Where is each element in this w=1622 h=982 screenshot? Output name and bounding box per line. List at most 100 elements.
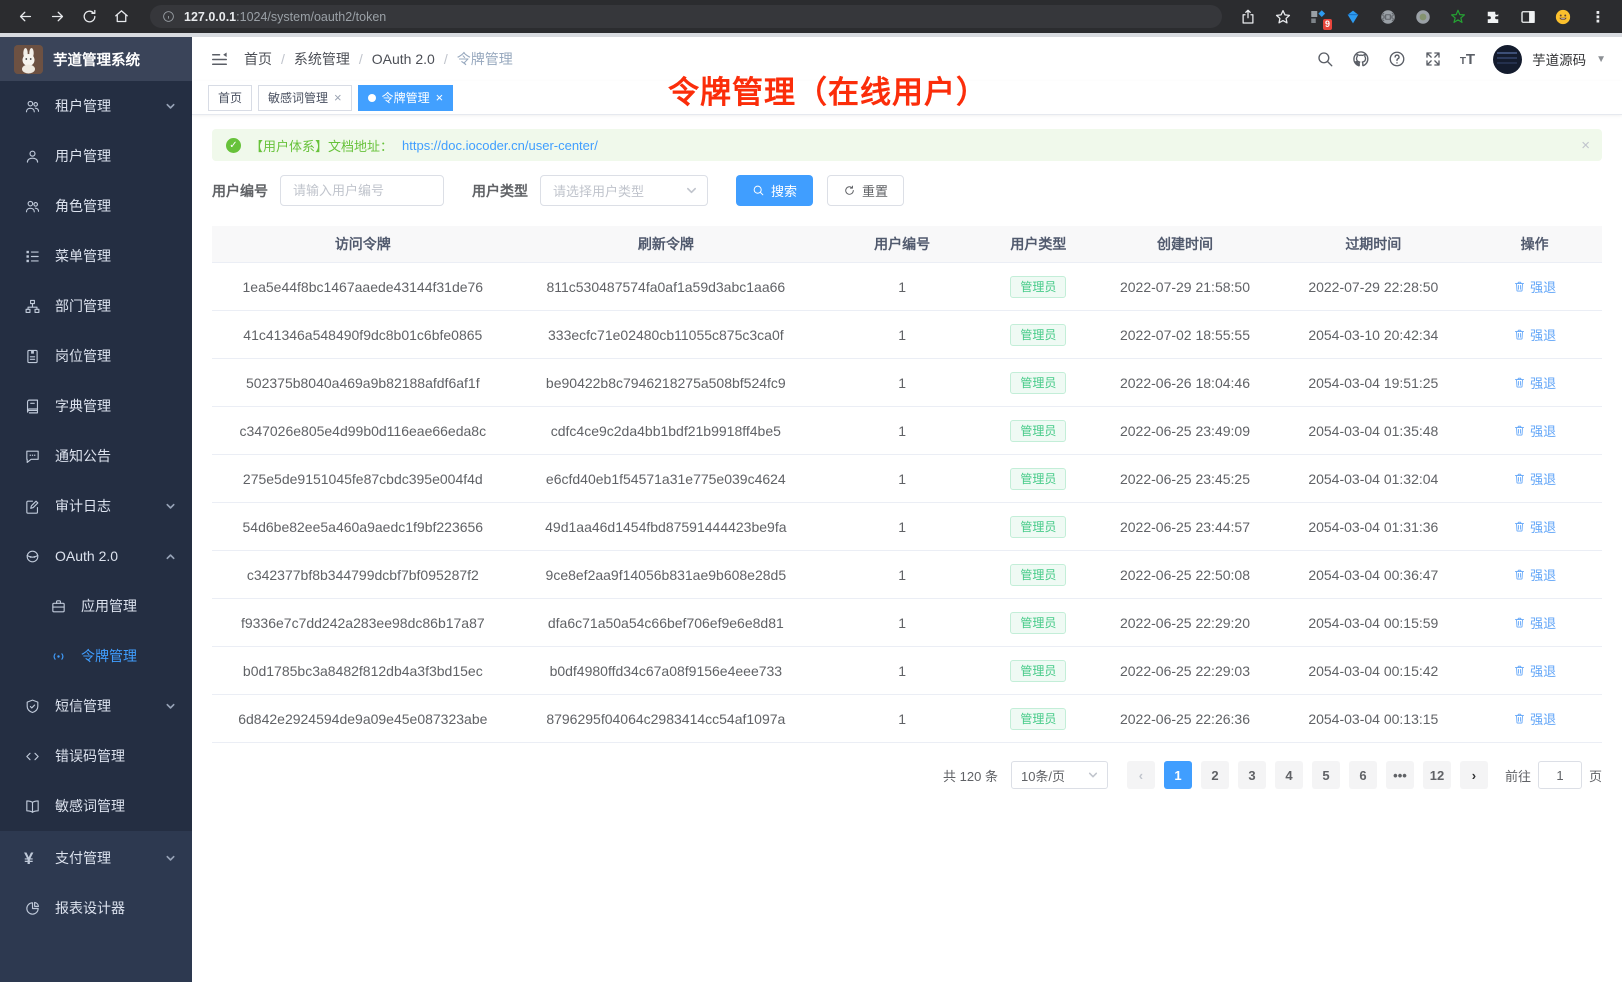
reset-button[interactable]: 重置 [827, 175, 904, 206]
page-button-6[interactable]: 6 [1349, 761, 1377, 789]
force-logout-button[interactable]: 强退 [1513, 613, 1556, 632]
user-avatar[interactable] [1493, 45, 1522, 74]
sidebar-item-oauth-token[interactable]: 令牌管理 [0, 631, 192, 681]
reload-icon[interactable] [76, 4, 102, 30]
breadcrumb-item[interactable]: OAuth 2.0 [372, 51, 435, 67]
tab-close-icon[interactable]: × [334, 91, 342, 104]
user-type-tag: 管理员 [1010, 324, 1066, 346]
page-button-3[interactable]: 3 [1238, 761, 1266, 789]
sidebar-item-errcode[interactable]: 错误码管理 [0, 731, 192, 781]
address-bar[interactable]: 127.0.0.1:1024/system/oauth2/token [150, 5, 1222, 28]
alert-close-icon[interactable]: × [1581, 137, 1590, 154]
force-logout-button[interactable]: 强退 [1513, 565, 1556, 584]
sidebar-item-report[interactable]: 报表设计器 [0, 883, 192, 933]
app-logo[interactable]: 芋道管理系统 [0, 37, 192, 81]
sidebar-item-oauth[interactable]: OAuth 2.0 [0, 531, 192, 581]
back-icon[interactable] [12, 4, 38, 30]
sidebar-item-sms[interactable]: 短信管理 [0, 681, 192, 731]
goto-page-input[interactable] [1538, 761, 1582, 789]
force-logout-button[interactable]: 强退 [1513, 325, 1556, 344]
sidebar-item-menu[interactable]: 菜单管理 [0, 231, 192, 281]
green-star-icon[interactable] [1448, 7, 1468, 27]
sidebar-item-audit[interactable]: 审计日志 [0, 481, 192, 531]
forward-icon[interactable] [44, 4, 70, 30]
prev-page-button[interactable]: ‹ [1127, 761, 1155, 789]
sidebar-item-tenant[interactable]: 租户管理 [0, 81, 192, 131]
search-button[interactable]: 搜索 [736, 175, 813, 206]
tab-close-icon[interactable]: × [436, 91, 444, 104]
help-icon[interactable] [1388, 50, 1406, 68]
puzzle-icon[interactable] [1483, 7, 1503, 27]
force-logout-button[interactable]: 强退 [1513, 709, 1556, 728]
user-type-cell: 管理员 [986, 503, 1090, 550]
sidebar-item-dict[interactable]: 字典管理 [0, 381, 192, 431]
search-icon[interactable] [1316, 50, 1334, 68]
tab-0[interactable]: 首页 [208, 85, 252, 111]
force-logout-button[interactable]: 强退 [1513, 373, 1556, 392]
user-type-tag: 管理员 [1010, 420, 1066, 442]
goto-label: 前往 [1505, 766, 1531, 785]
actions-cell: 强退 [1467, 647, 1602, 694]
home-icon[interactable] [108, 4, 134, 30]
username[interactable]: 芋道源码 [1532, 49, 1586, 69]
hamburger-icon[interactable] [208, 48, 230, 70]
user-id-cell: 1 [818, 359, 986, 406]
next-page-button[interactable]: › [1460, 761, 1488, 789]
force-logout-button[interactable]: 强退 [1513, 517, 1556, 536]
user-type-cell: 管理员 [986, 455, 1090, 502]
tab-1[interactable]: 敏感词管理× [258, 85, 352, 111]
page-button-2[interactable]: 2 [1201, 761, 1229, 789]
side-panel-icon[interactable] [1518, 7, 1538, 27]
tab-active-2[interactable]: 令牌管理× [358, 85, 454, 111]
sidebar-item-pay[interactable]: ¥支付管理 [0, 833, 192, 883]
user-id-cell: 1 [818, 263, 986, 310]
user-type-cell: 管理员 [986, 599, 1090, 646]
access-token-cell: 54d6be82ee5a460a9aedc1f9bf223656 [212, 503, 514, 550]
force-logout-button[interactable]: 强退 [1513, 421, 1556, 440]
share-icon[interactable] [1238, 7, 1258, 27]
record-circle-icon[interactable] [1413, 7, 1433, 27]
github-icon[interactable] [1352, 50, 1370, 68]
emoji-avatar-icon[interactable] [1553, 7, 1573, 27]
gem-icon[interactable] [1343, 7, 1363, 27]
created-time-cell: 2022-06-25 23:44:57 [1090, 503, 1279, 550]
bookmark-star-icon[interactable] [1273, 7, 1293, 27]
breadcrumb-item[interactable]: 系统管理 [294, 49, 350, 69]
sidebar-item-post[interactable]: 岗位管理 [0, 331, 192, 381]
font-size-icon[interactable]: TT [1460, 52, 1475, 67]
user-id-input[interactable] [280, 175, 444, 206]
navbar: 首页/系统管理/OAuth 2.0/令牌管理 TT 芋道源码 ▼ [192, 37, 1622, 81]
command-circle-icon[interactable] [1378, 7, 1398, 27]
page-button-4[interactable]: 4 [1275, 761, 1303, 789]
user-type-cell: 管理员 [986, 551, 1090, 598]
column-header: 创建时间 [1090, 226, 1279, 262]
caret-down-icon[interactable]: ▼ [1596, 54, 1606, 65]
sidebar-item-label: 租户管理 [55, 96, 111, 116]
fullscreen-icon[interactable] [1424, 50, 1442, 68]
force-logout-button[interactable]: 强退 [1513, 469, 1556, 488]
user-type-select[interactable]: 请选择用户类型 [540, 175, 708, 206]
doc-link[interactable]: https://doc.iocoder.cn/user-center/ [402, 138, 598, 153]
sidebar-item-sensitive[interactable]: 敏感词管理 [0, 781, 192, 831]
user-type-cell: 管理员 [986, 263, 1090, 310]
chevron-down-icon [165, 853, 176, 864]
sidebar-item-dept[interactable]: 部门管理 [0, 281, 192, 331]
breadcrumb-item[interactable]: 首页 [244, 49, 272, 69]
page-button-5[interactable]: 5 [1312, 761, 1340, 789]
table-row: c347026e805e4d99b0d116eae66eda8ccdfc4ce9… [212, 407, 1602, 455]
extensions-cluster-icon[interactable]: 9 [1308, 7, 1328, 27]
sidebar-item-role[interactable]: 角色管理 [0, 181, 192, 231]
sidebar-item-user[interactable]: 用户管理 [0, 131, 192, 181]
browser-menu-dots-icon[interactable]: ⋮ [1588, 7, 1608, 27]
page-size-select[interactable]: 10条/页 [1011, 761, 1108, 789]
force-logout-button[interactable]: 强退 [1513, 661, 1556, 680]
user-type-placeholder: 请选择用户类型 [553, 181, 644, 200]
sidebar-item-oauth-app[interactable]: 应用管理 [0, 581, 192, 631]
page-ellipsis[interactable]: ••• [1386, 761, 1414, 789]
column-header: 操作 [1467, 226, 1602, 262]
url-text: 127.0.0.1:1024/system/oauth2/token [184, 10, 386, 24]
sidebar-item-notice[interactable]: 通知公告 [0, 431, 192, 481]
page-button-12[interactable]: 12 [1423, 761, 1451, 789]
page-button-1[interactable]: 1 [1164, 761, 1192, 789]
force-logout-button[interactable]: 强退 [1513, 277, 1556, 296]
